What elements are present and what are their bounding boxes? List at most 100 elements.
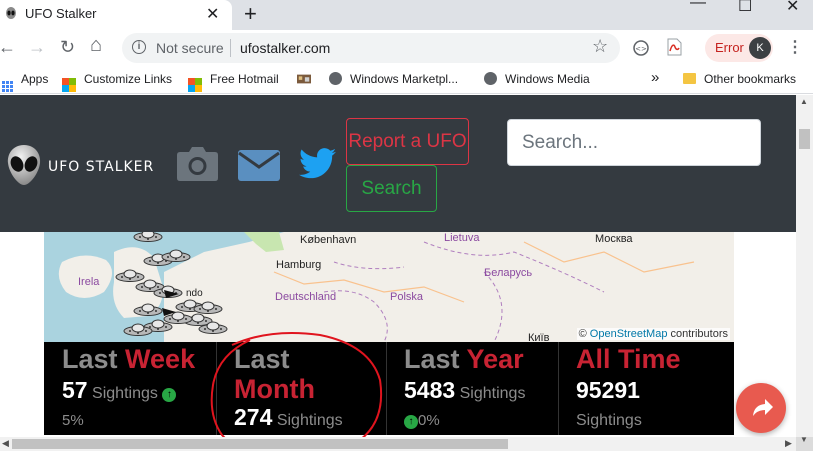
bookmark-star-icon[interactable]: ☆ [592, 36, 608, 57]
back-arrow-icon[interactable]: ← [0, 37, 16, 57]
envelope-icon[interactable] [238, 150, 280, 181]
error-label: Error [715, 40, 744, 55]
stat-count: 95291 [576, 377, 640, 403]
maximize-icon[interactable]: ☐ [738, 0, 752, 16]
stat-count-line: 57 Sightings ↑ [62, 377, 177, 404]
extension-circle-icon[interactable]: <> [632, 39, 650, 57]
map-label-kobenhavn: København [300, 234, 357, 246]
profile-error-button[interactable]: Error K [705, 34, 773, 62]
folder-icon [683, 73, 696, 84]
alien-favicon-icon [6, 7, 16, 19]
ufo-marker-icon[interactable] [133, 303, 163, 316]
scroll-right-icon[interactable]: ▶ [785, 438, 792, 449]
scroll-left-icon[interactable]: ◀ [2, 438, 9, 449]
map-label-deutschland: Deutschland [275, 291, 337, 303]
ufo-marker-icon[interactable] [161, 249, 191, 262]
avatar: K [749, 37, 771, 59]
bookmark-label: Customize Links [84, 72, 173, 86]
report-ufo-button[interactable]: Report a UFO [346, 118, 469, 165]
sightings-stats: Last Week 57 Sightings ↑ 5% Last Month 27… [44, 342, 734, 435]
bookmark-customize-links[interactable]: Customize Links [62, 72, 172, 92]
window-close-icon[interactable]: ✕ [786, 0, 799, 16]
stat-change: 5% [62, 412, 84, 429]
bookmark-windows-marketplace[interactable]: Windows Marketpl... [329, 72, 458, 86]
share-arrow-icon [753, 399, 773, 416]
windows-icon [62, 78, 76, 92]
stat-unit: Sightings [576, 412, 642, 429]
browser-toolbar: ← → ↻ ⌂ i Not secure ufostalker.com ☆ <>… [0, 30, 813, 66]
map-label-lietuva: Lietuva [444, 232, 480, 244]
stat-count-line: 5483 Sightings [404, 377, 525, 404]
twitter-icon[interactable] [299, 148, 336, 179]
windows-icon [188, 78, 202, 92]
alien-logo-icon[interactable] [6, 143, 42, 187]
stat-unit: Sightings [276, 412, 343, 429]
map-label-moskva: Москва [595, 233, 633, 245]
camera-icon[interactable] [176, 144, 219, 182]
search-button[interactable]: Search [346, 165, 437, 212]
stat-title: Last Year [404, 344, 524, 374]
vertical-scrollbar[interactable]: ▲ [796, 95, 813, 448]
stat-unit: Sightings [459, 385, 526, 402]
tab-close-icon[interactable]: ✕ [206, 4, 219, 24]
globe-icon [329, 72, 342, 85]
other-bookmarks-folder[interactable]: Other bookmarks [683, 72, 796, 86]
url-text[interactable]: ufostalker.com [240, 40, 330, 56]
browser-menu-icon[interactable]: ⋮ [787, 37, 803, 57]
tab-ufo-stalker[interactable]: UFO Stalker ✕ [0, 0, 232, 30]
bookmark-free-hotmail[interactable]: Free Hotmail [188, 72, 279, 92]
home-icon[interactable]: ⌂ [90, 35, 102, 55]
ufo-marker-icon[interactable] [115, 269, 145, 282]
reload-icon[interactable]: ↻ [60, 37, 75, 57]
map-label-kyiv: Київ [528, 332, 550, 342]
ufo-marker-icon[interactable] [133, 232, 163, 242]
stat-last-year: Last Year 5483 Sightings ↑ 0% [386, 342, 558, 435]
stat-change-line: ↑ 0% [404, 412, 440, 429]
bookmarks-bar: Apps Customize Links Free Hotmail Window… [0, 66, 813, 94]
horizontal-scroll-thumb[interactable] [12, 439, 508, 449]
site-header: UFO STALKER Report a UFO Search [0, 95, 796, 232]
stat-count-line: 274 Sightings [234, 404, 343, 431]
openstreetmap-link[interactable]: OpenStreetMap [590, 328, 668, 340]
ufo-markers [115, 232, 228, 336]
horizontal-scrollbar[interactable]: ◀ ▶ [0, 437, 796, 451]
bookmarks-overflow-button[interactable]: » [651, 69, 659, 86]
stat-count: 274 [234, 404, 273, 430]
share-fab-button[interactable] [736, 383, 786, 433]
sightings-map[interactable]: København Lietuva Москва Hamburg Irela Б… [44, 232, 734, 342]
globe-icon [484, 72, 497, 85]
security-status: Not secure [156, 40, 224, 56]
stat-title: Last Week [62, 344, 196, 374]
forward-arrow-icon[interactable]: → [28, 37, 46, 57]
bookmark-label: Apps [21, 72, 49, 86]
attribution-copyright: © [578, 328, 587, 340]
window-bottom-edge [0, 451, 813, 461]
stat-all-time: All Time 95291 Sightings [558, 342, 734, 435]
web-page: UFO STALKER Report a UFO Search... Searc… [0, 95, 796, 448]
pdf-extension-icon[interactable] [666, 38, 682, 56]
trend-up-icon: ↑ [162, 388, 177, 402]
bookmark-apps[interactable]: Apps [2, 72, 48, 92]
scroll-down-icon[interactable]: ▼ [800, 435, 808, 444]
stat-last-week: Last Week 57 Sightings ↑ 5% [44, 342, 216, 435]
other-bookmarks-label: Other bookmarks [704, 72, 797, 86]
bookmark-label: Free Hotmail [210, 72, 279, 86]
omnibox-divider [230, 39, 231, 57]
vertical-scroll-thumb[interactable] [799, 129, 810, 149]
info-icon[interactable]: i [132, 40, 146, 54]
bookmark-label: Windows Marketpl... [350, 72, 459, 86]
tab-title: UFO Stalker [25, 6, 97, 21]
tab-strip: UFO Stalker ✕ + — ☐ ✕ [0, 0, 813, 30]
scroll-up-icon[interactable]: ▲ [800, 97, 808, 106]
apps-icon [2, 81, 13, 92]
bookmark-windows-media[interactable]: Windows Media [484, 72, 590, 86]
new-tab-button[interactable]: + [244, 1, 257, 27]
site-logo-text[interactable]: UFO STALKER [48, 159, 154, 175]
search-input[interactable] [507, 119, 761, 166]
minimize-icon[interactable]: — [690, 0, 706, 12]
stat-unit: Sightings [92, 385, 158, 402]
scrollbar-corner: ▼ [796, 435, 813, 451]
bookmark-icon-only[interactable] [297, 72, 319, 87]
map-label-belarus: Беларусь [484, 267, 533, 279]
address-bar[interactable]: i Not secure ufostalker.com ☆ [122, 33, 620, 63]
